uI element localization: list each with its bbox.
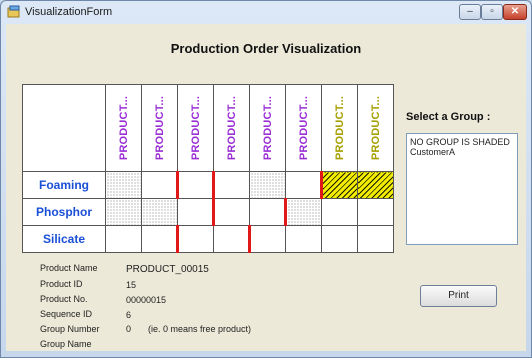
column-header[interactable]: PRODUCT... xyxy=(285,84,322,172)
grid-cell[interactable] xyxy=(249,225,286,253)
grid-cell[interactable] xyxy=(357,225,394,253)
column-header[interactable]: PRODUCT... xyxy=(141,84,178,172)
info-value: 00000015 xyxy=(126,295,167,305)
grid-cell[interactable] xyxy=(321,225,358,253)
info-label: Product ID xyxy=(40,279,83,289)
group-list-item[interactable]: CustomerA xyxy=(410,147,514,157)
column-header-label: PRODUCT... xyxy=(225,95,238,161)
title-bar: VisualizationForm – ▫ ✕ xyxy=(1,1,531,23)
info-value: 15 xyxy=(126,280,137,290)
column-header-label: PRODUCT... xyxy=(117,95,130,161)
info-value: 0 xyxy=(126,324,132,334)
grid-cell[interactable] xyxy=(105,198,142,226)
column-header[interactable]: PRODUCT... xyxy=(213,84,250,172)
grid-cell[interactable] xyxy=(141,225,179,253)
column-header[interactable]: PRODUCT... xyxy=(105,84,142,172)
maximize-button[interactable]: ▫ xyxy=(481,4,503,20)
column-header-label: PRODUCT... xyxy=(261,95,274,161)
column-header[interactable]: PRODUCT... xyxy=(177,84,214,172)
info-label: Product Name xyxy=(40,263,98,273)
grid-cell[interactable] xyxy=(285,198,322,226)
row-label-silicate: Silicate xyxy=(22,225,106,253)
grid-cell[interactable] xyxy=(357,171,394,199)
select-group-label: Select a Group : xyxy=(406,111,491,123)
info-value: 6 xyxy=(126,310,132,320)
print-button[interactable]: Print xyxy=(420,285,497,307)
grid-cell[interactable] xyxy=(213,225,251,253)
row-label-phosphor: Phosphor xyxy=(22,198,106,226)
grid-cell[interactable] xyxy=(141,171,179,199)
grid-cell[interactable] xyxy=(249,171,286,199)
grid-cell[interactable] xyxy=(177,225,214,253)
form-title: Production Order Visualization xyxy=(170,41,362,56)
app-icon xyxy=(7,5,20,18)
grid-cell[interactable] xyxy=(213,171,250,199)
minimize-button[interactable]: – xyxy=(459,4,481,20)
grid-cell[interactable] xyxy=(105,225,142,253)
window-title: VisualizationForm xyxy=(25,6,113,18)
info-label: Sequence ID xyxy=(40,309,93,319)
group-listbox[interactable]: NO GROUP IS SHADED CustomerA xyxy=(406,133,518,245)
info-value: PRODUCT_00015 xyxy=(126,264,209,275)
grid-cell[interactable] xyxy=(285,171,323,199)
grid-cell[interactable] xyxy=(105,171,142,199)
column-header-label: PRODUCT... xyxy=(297,95,310,161)
info-label: Group Number xyxy=(40,324,100,334)
column-header-label: PRODUCT... xyxy=(333,95,346,161)
grid-cell[interactable] xyxy=(321,198,358,226)
grid-cell[interactable] xyxy=(141,198,178,226)
info-note: (ie. 0 means free product) xyxy=(148,324,252,334)
column-header-label: PRODUCT... xyxy=(369,95,382,161)
close-button[interactable]: ✕ xyxy=(503,4,527,20)
grid-cell[interactable] xyxy=(357,198,394,226)
row-label-foaming: Foaming xyxy=(22,171,106,199)
grid-cell[interactable] xyxy=(321,171,358,199)
column-header[interactable]: PRODUCT... xyxy=(321,84,358,172)
grid-cell[interactable] xyxy=(177,171,215,199)
column-header[interactable]: PRODUCT... xyxy=(249,84,286,172)
grid-cell[interactable] xyxy=(249,198,287,226)
group-list-item[interactable]: NO GROUP IS SHADED xyxy=(410,137,514,147)
grid-corner-cell xyxy=(22,84,106,172)
column-header[interactable]: PRODUCT... xyxy=(357,84,394,172)
visualization-grid: PRODUCT... PRODUCT... PRODUCT... PRODUCT… xyxy=(22,84,394,253)
grid-cell[interactable] xyxy=(177,198,215,226)
info-label: Group Name xyxy=(40,339,92,349)
grid-cell[interactable] xyxy=(285,225,322,253)
column-header-label: PRODUCT... xyxy=(189,95,202,161)
grid-cell[interactable] xyxy=(213,198,250,226)
column-header-label: PRODUCT... xyxy=(153,95,166,161)
info-label: Product No. xyxy=(40,294,88,304)
